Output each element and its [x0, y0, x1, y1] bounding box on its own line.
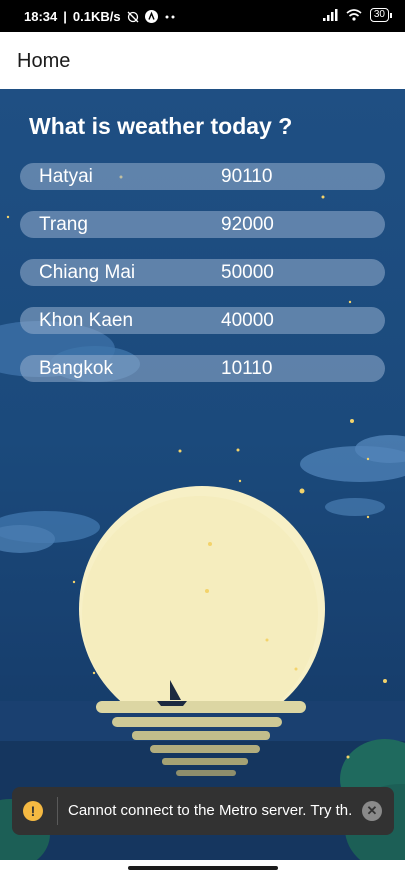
city-name: Trang: [39, 214, 88, 235]
weather-title: What is weather today ?: [29, 113, 293, 139]
close-icon[interactable]: ✕: [362, 801, 382, 821]
app-notification-icon: [144, 10, 158, 23]
city-name: Hatyai: [39, 166, 93, 187]
warning-icon: !: [23, 801, 43, 821]
app-header: Home: [0, 32, 405, 90]
city-row-trang[interactable]: Trang 92000: [20, 211, 385, 238]
metro-error-toast[interactable]: ! Cannot connect to the Metro server. Tr…: [12, 787, 394, 835]
more-dots-icon: [165, 15, 175, 18]
home-handle[interactable]: [128, 866, 278, 870]
city-postal-code: 40000: [221, 310, 274, 331]
page-title: Home: [17, 50, 71, 72]
city-postal-code: 50000: [221, 262, 274, 283]
alarm-off-icon: [127, 11, 139, 22]
city-row-khon-kaen[interactable]: Khon Kaen 40000: [20, 307, 385, 334]
city-row-chiang-mai[interactable]: Chiang Mai 50000: [20, 259, 385, 286]
city-postal-code: 10110: [221, 358, 273, 379]
wifi-icon: [346, 9, 362, 21]
battery-icon: 30: [369, 8, 393, 22]
toast-message: Cannot connect to the Metro server. Try …: [68, 802, 353, 819]
gesture-nav-bar: [0, 860, 405, 878]
city-name: Khon Kaen: [39, 310, 134, 331]
status-bar: 18:34 | 0.1KB/s 30: [0, 0, 405, 32]
city-row-hatyai[interactable]: Hatyai 90110: [20, 163, 385, 190]
city-postal-code: 90110: [221, 166, 273, 187]
weather-screen: What is weather today ? Hatyai 90110 Tra…: [0, 89, 405, 860]
network-speed: 0.1KB/s: [72, 9, 121, 24]
toast-divider: [57, 797, 58, 825]
city-name: Bangkok: [39, 358, 113, 379]
city-row-bangkok[interactable]: Bangkok 10110: [20, 355, 385, 382]
city-postal-code: 92000: [221, 214, 274, 235]
signal-icon: [322, 9, 338, 21]
night-moon-background: [0, 175, 405, 860]
city-name: Chiang Mai: [39, 262, 136, 283]
status-time: 18:34: [24, 9, 58, 24]
